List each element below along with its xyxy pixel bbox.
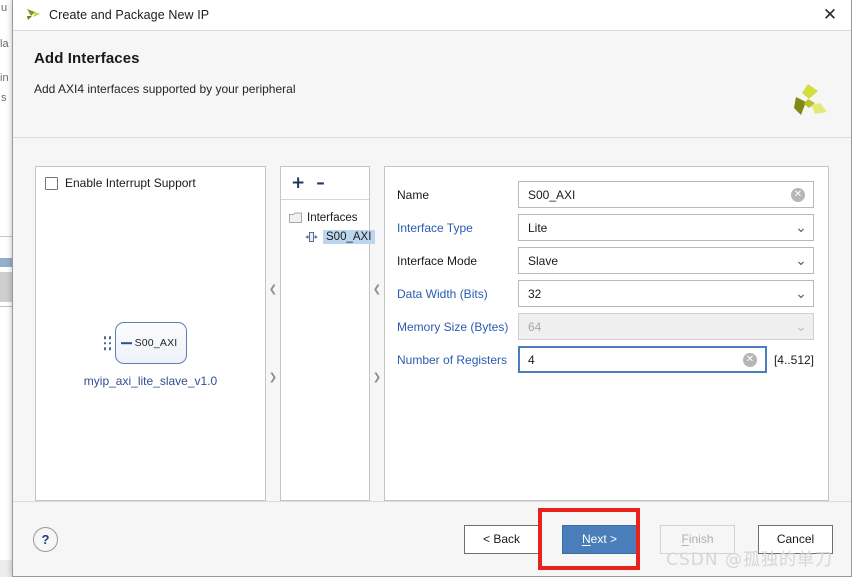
next-label-suffix: ext >: [590, 532, 618, 546]
background-text-fragment: la: [0, 38, 9, 50]
background-divider: [0, 306, 12, 307]
background-text-fragment: in: [0, 72, 9, 84]
enable-interrupt-support-checkbox[interactable]: [45, 176, 58, 190]
background-panel: [0, 272, 12, 302]
background-text-fragment: u: [1, 2, 8, 14]
help-button[interactable]: ?: [33, 526, 58, 552]
back-button[interactable]: < Back: [464, 524, 539, 554]
csdn-watermark: CSDN @孤独的单刀: [666, 550, 833, 570]
interface-mode-value: Slave: [528, 253, 559, 268]
next-accel-letter: N: [581, 532, 591, 546]
enable-interrupt-support-row[interactable]: Enable Interrupt Support: [36, 167, 265, 190]
data-width-select[interactable]: 32 ⌄: [518, 280, 814, 307]
data-width-value: 32: [528, 286, 542, 301]
name-input[interactable]: S00_AXI ✕: [518, 181, 814, 208]
finish-accel-letter: F: [681, 532, 689, 546]
remove-interface-button[interactable]: –: [316, 174, 325, 192]
dialog-header: Add Interfaces Add AXI4 interfaces suppo…: [13, 31, 851, 138]
clear-number-of-registers-icon[interactable]: ✕: [742, 352, 757, 367]
name-value: S00_AXI: [528, 187, 576, 202]
interface-properties-panel: Name S00_AXI ✕ Interface Type Lite ⌄ Int…: [384, 166, 829, 501]
interface-type-label: Interface Type: [397, 220, 473, 235]
memory-size-value: 64: [528, 319, 542, 334]
interfaces-tree-panel: + – Interfaces S00_AXI: [280, 166, 376, 501]
close-icon[interactable]: ✕: [815, 2, 845, 28]
field-row-number-of-registers: Number of Registers 4 ✕ [4..512]: [397, 346, 814, 373]
interface-type-value: Lite: [528, 220, 548, 235]
splitter-collapse-left-icon[interactable]: ❮: [373, 284, 381, 295]
background-text-fragment: s: [1, 92, 7, 104]
interfaces-tree-toolbar: + –: [281, 167, 369, 200]
background-statusbar: [0, 560, 12, 577]
number-of-registers-value: 4: [528, 352, 535, 367]
ip-block-caption: myip_axi_lite_slave_v1.0: [83, 374, 218, 388]
chevron-down-icon: ⌄: [795, 285, 807, 302]
finish-button-label: Finish: [681, 532, 713, 546]
field-row-memory-size: Memory Size (Bytes) 64 ⌄: [397, 313, 814, 340]
background-divider: [0, 236, 12, 237]
field-row-interface-mode: Interface Mode Slave ⌄: [397, 247, 814, 274]
next-button-label: Next >: [582, 532, 617, 546]
background-selected-row: [0, 258, 12, 267]
splitter-tree-properties[interactable]: ❮ ❯: [370, 166, 384, 501]
interface-icon: [305, 231, 318, 243]
splitter-diagram-tree[interactable]: ❮ ❯: [266, 166, 280, 501]
ip-block-label: S00_AXI: [134, 337, 178, 349]
name-label: Name: [397, 187, 430, 202]
xilinx-pinwheel-logo-icon: [787, 81, 829, 123]
create-and-package-new-ip-dialog: Create and Package New IP ✕ Add Interfac…: [12, 0, 852, 577]
field-row-interface-type: Interface Type Lite ⌄: [397, 214, 814, 241]
finish-label-suffix: inish: [688, 532, 714, 546]
number-of-registers-label: Number of Registers: [397, 352, 508, 367]
clear-name-icon[interactable]: ✕: [791, 187, 805, 202]
enable-interrupt-support-label: Enable Interrupt Support: [65, 176, 196, 190]
interface-type-select[interactable]: Lite ⌄: [518, 214, 814, 241]
xilinx-logo-icon: [23, 5, 43, 25]
tree-node-interfaces[interactable]: Interfaces: [281, 208, 369, 227]
block-diagram-panel: Enable Interrupt Support S00_AXI myip_ax…: [35, 166, 266, 501]
chevron-down-icon: ⌄: [795, 219, 807, 236]
number-of-registers-input[interactable]: 4 ✕: [518, 346, 767, 373]
port-pin-line-icon: [120, 342, 132, 344]
port-handle-dots-icon: [103, 336, 112, 350]
data-width-label: Data Width (Bits): [397, 286, 488, 301]
page-title: Add Interfaces: [34, 50, 140, 67]
tree-node-label: S00_AXI: [323, 229, 376, 244]
memory-size-label: Memory Size (Bytes): [397, 319, 509, 334]
splitter-collapse-right-icon[interactable]: ❯: [269, 372, 277, 383]
interface-mode-label: Interface Mode: [397, 253, 478, 268]
next-button[interactable]: Next >: [562, 524, 637, 554]
chevron-down-icon: ⌄: [795, 252, 807, 269]
tree-node-label: Interfaces: [307, 211, 358, 224]
splitter-collapse-right-icon[interactable]: ❯: [373, 372, 381, 383]
add-interface-button[interactable]: +: [291, 174, 305, 192]
dialog-title: Create and Package New IP: [49, 8, 210, 22]
tree-node-s00-axi[interactable]: S00_AXI: [281, 227, 376, 246]
splitter-collapse-left-icon[interactable]: ❮: [269, 284, 277, 295]
dialog-title-bar: Create and Package New IP ✕: [13, 0, 851, 31]
ip-block-diagram: S00_AXI myip_axi_lite_slave_v1.0: [36, 322, 265, 388]
page-subtitle: Add AXI4 interfaces supported by your pe…: [34, 82, 296, 96]
folder-icon: [289, 212, 302, 223]
dialog-body: Enable Interrupt Support S00_AXI myip_ax…: [13, 138, 851, 501]
dialog-footer: ? < Back Next > Finish Cancel CSDN @孤独的单…: [13, 501, 851, 576]
field-row-data-width: Data Width (Bits) 32 ⌄: [397, 280, 814, 307]
chevron-down-icon: ⌄: [795, 318, 807, 335]
memory-size-select: 64 ⌄: [518, 313, 814, 340]
ip-block-s00-axi[interactable]: S00_AXI: [103, 322, 187, 364]
interfaces-tree: Interfaces S00_AXI: [281, 200, 376, 246]
field-row-name: Name S00_AXI ✕: [397, 181, 814, 208]
number-of-registers-range-hint: [4..512]: [773, 352, 814, 367]
interface-mode-select[interactable]: Slave ⌄: [518, 247, 814, 274]
